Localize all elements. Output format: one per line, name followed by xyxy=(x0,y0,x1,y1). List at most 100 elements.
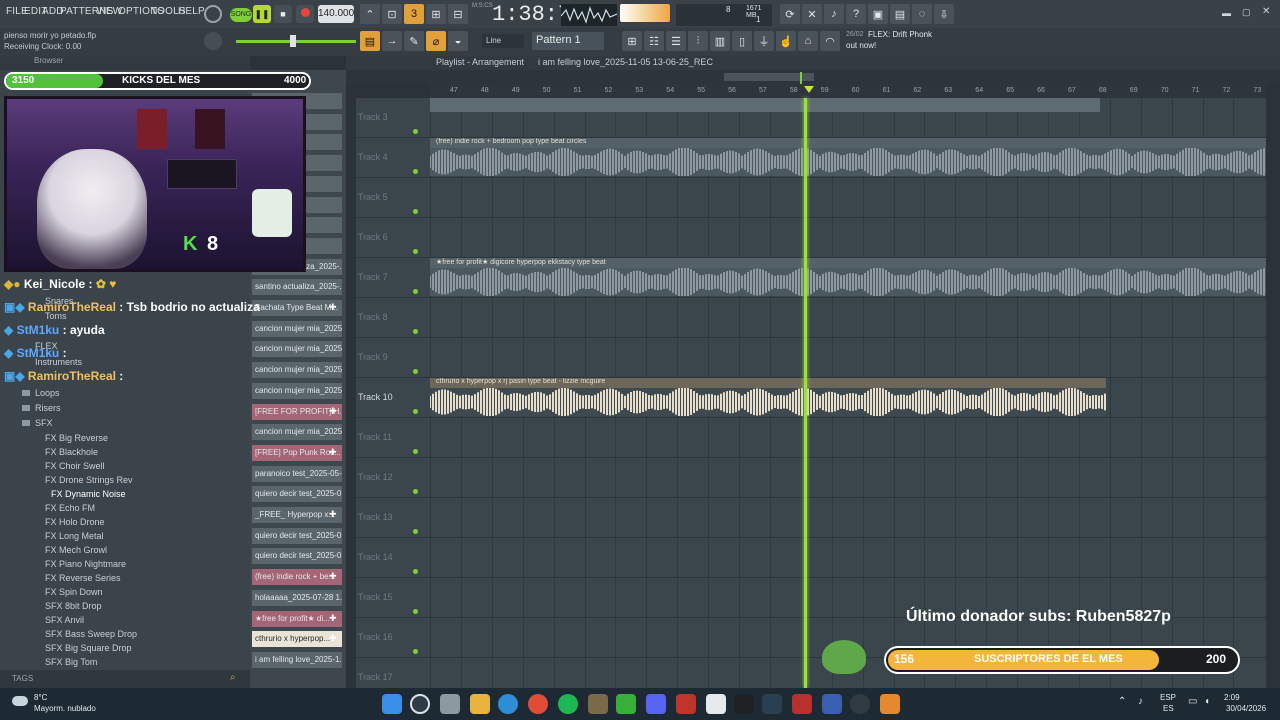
track-mute-led[interactable] xyxy=(413,169,418,174)
picker-item[interactable]: cancion mujer mia_2025... xyxy=(252,341,342,358)
discord-icon[interactable] xyxy=(646,694,666,714)
browser-item[interactable]: FX Choir Swell xyxy=(45,461,105,471)
browser-item[interactable]: FX Big Reverse xyxy=(45,433,108,443)
tray-chevron-icon[interactable]: ⌃ xyxy=(1118,696,1126,707)
stop-button[interactable]: ■ xyxy=(274,5,292,23)
browser-item[interactable]: FX Long Metal xyxy=(45,531,104,541)
browser-item[interactable]: FX Blackhole xyxy=(45,447,98,457)
car-icon[interactable]: ⌂ xyxy=(798,31,818,51)
track-name[interactable]: Track 13 xyxy=(358,512,393,522)
video-editor-icon[interactable] xyxy=(676,694,696,714)
snap-select[interactable]: Line xyxy=(482,34,524,48)
notepad-icon[interactable] xyxy=(706,694,726,714)
picker-item[interactable]: santino actualiza_2025-... xyxy=(252,279,342,296)
master-volume-handle[interactable] xyxy=(290,35,296,47)
task-view-icon[interactable] xyxy=(440,694,460,714)
language-primary[interactable]: ESP xyxy=(1160,693,1176,702)
piano-roll-icon[interactable]: ☷ xyxy=(644,31,664,51)
app-icon[interactable] xyxy=(822,694,842,714)
browser-icon[interactable]: ▥ xyxy=(710,31,730,51)
copy-icon[interactable]: ▯ xyxy=(732,31,752,51)
track-mute-led[interactable] xyxy=(413,569,418,574)
browser-item[interactable]: FX Piano Nightmare xyxy=(45,559,126,569)
browser-item[interactable]: SFX Big Square Drop xyxy=(45,643,132,653)
minecraft-icon[interactable] xyxy=(588,694,608,714)
track-name[interactable]: Track 5 xyxy=(358,192,388,202)
language-secondary[interactable]: ES xyxy=(1163,704,1174,713)
browser-item-selected[interactable]: FX Dynamic Noise xyxy=(51,489,126,499)
loop-record-icon[interactable]: ⊟ xyxy=(448,4,468,24)
audio-clip[interactable] xyxy=(430,98,1100,112)
track-name[interactable]: Track 11 xyxy=(358,432,392,442)
microphone-icon[interactable]: ♪ xyxy=(824,4,844,24)
browser-item[interactable]: FX Drone Strings Rev xyxy=(45,475,133,485)
track-name[interactable]: Track 7 xyxy=(358,272,388,282)
mixer-toolbar-icon[interactable]: ☰ xyxy=(666,31,686,51)
pattern-song-toggle[interactable] xyxy=(204,5,222,23)
reset-icon[interactable]: ⟳ xyxy=(780,4,800,24)
mixer-icon[interactable]: ✕ xyxy=(802,4,822,24)
xbox-icon[interactable] xyxy=(616,694,636,714)
browser-item[interactable]: FX Echo FM xyxy=(45,503,95,513)
picker-item[interactable]: holaaaaa_2025-07-28 1... xyxy=(252,589,342,606)
track-mute-led[interactable] xyxy=(413,329,418,334)
folder-risers[interactable]: Risers xyxy=(35,403,61,413)
window-maximize-icon[interactable]: ▢ xyxy=(1242,7,1251,18)
chat-icon[interactable]: ◌ xyxy=(912,4,932,24)
record-button[interactable] xyxy=(296,5,314,23)
timeline-ruler[interactable]: 47 48 49 50 51 52 53 54 55 56 57 58 59 60 61 62 63 64 65 66… xyxy=(430,84,1266,98)
add-to-playlist-icon[interactable]: ✚ xyxy=(329,613,337,624)
track-mute-led[interactable] xyxy=(413,129,418,134)
track-name[interactable]: Track 14 xyxy=(358,552,393,562)
fl-studio-icon[interactable] xyxy=(880,694,900,714)
track-mute-led[interactable] xyxy=(413,649,418,654)
picker-item[interactable]: cancion mujer mia_2025... xyxy=(252,424,342,441)
picker-item[interactable]: quiero decir test_2025-0... xyxy=(252,548,342,565)
browser-item[interactable]: FX Mech Growl xyxy=(45,545,107,555)
track-name[interactable]: Track 15 xyxy=(358,592,393,602)
track-mute-led[interactable] xyxy=(413,449,418,454)
track-mute-led[interactable] xyxy=(413,369,418,374)
track-mute-led[interactable] xyxy=(413,409,418,414)
track-name[interactable]: Track 6 xyxy=(358,232,388,242)
search-icon[interactable]: ⌕ xyxy=(230,672,236,683)
track-mute-led[interactable] xyxy=(413,489,418,494)
track-name[interactable]: Track 12 xyxy=(358,472,393,482)
wait-input-icon[interactable]: ⊡ xyxy=(382,4,402,24)
folder-sfx[interactable]: SFX xyxy=(35,418,53,428)
valorant-icon[interactable] xyxy=(792,694,812,714)
clock-time[interactable]: 2:09 xyxy=(1224,693,1240,702)
track-name[interactable]: Track 16 xyxy=(358,632,393,642)
track-name[interactable]: Track 9 xyxy=(358,352,388,362)
plug-icon[interactable]: ⏚ xyxy=(754,31,774,51)
tray-volume-icon[interactable]: ◖ xyxy=(1204,696,1210,707)
news-title[interactable]: FLEX: Drift Phonk xyxy=(868,30,932,39)
picker-item[interactable]: i am felling love_2025-1... xyxy=(252,651,342,668)
bg-app-icon[interactable] xyxy=(762,694,782,714)
export-icon[interactable]: ▤ xyxy=(890,4,910,24)
folder-loops[interactable]: Loops xyxy=(35,388,60,398)
touch-icon[interactable]: ☝ xyxy=(776,31,796,51)
add-to-playlist-icon[interactable]: ✚ xyxy=(329,447,337,458)
master-volume-slider[interactable] xyxy=(236,40,356,43)
track-name[interactable]: Track 3 xyxy=(358,112,388,122)
audio-clip[interactable]: (free) indie rock + bedroom pop type bea… xyxy=(429,138,1266,177)
chrome-icon[interactable] xyxy=(528,694,548,714)
track-name[interactable]: Track 10 xyxy=(358,392,393,402)
browser-item[interactable]: SFX 8bit Drop xyxy=(45,601,102,611)
weather-desc[interactable]: Mayorm. nublado xyxy=(34,704,96,713)
window-minimize-icon[interactable]: ▬ xyxy=(1222,8,1231,18)
add-to-playlist-icon[interactable]: ✚ xyxy=(329,406,337,417)
tray-mic-icon[interactable]: ♪ xyxy=(1138,696,1143,707)
start-button-icon[interactable] xyxy=(382,694,402,714)
search-taskbar-icon[interactable] xyxy=(410,694,430,714)
track-name[interactable]: Track 4 xyxy=(358,152,388,162)
obs-icon[interactable] xyxy=(850,694,870,714)
tray-network-icon[interactable]: ▭ xyxy=(1188,696,1197,707)
spotify-icon[interactable] xyxy=(558,694,578,714)
download-icon[interactable]: ⇩ xyxy=(934,4,954,24)
track-mute-led[interactable] xyxy=(413,609,418,614)
track-mute-led[interactable] xyxy=(413,209,418,214)
track-mute-led[interactable] xyxy=(413,249,418,254)
song-mode-button[interactable]: SONG xyxy=(230,8,252,22)
